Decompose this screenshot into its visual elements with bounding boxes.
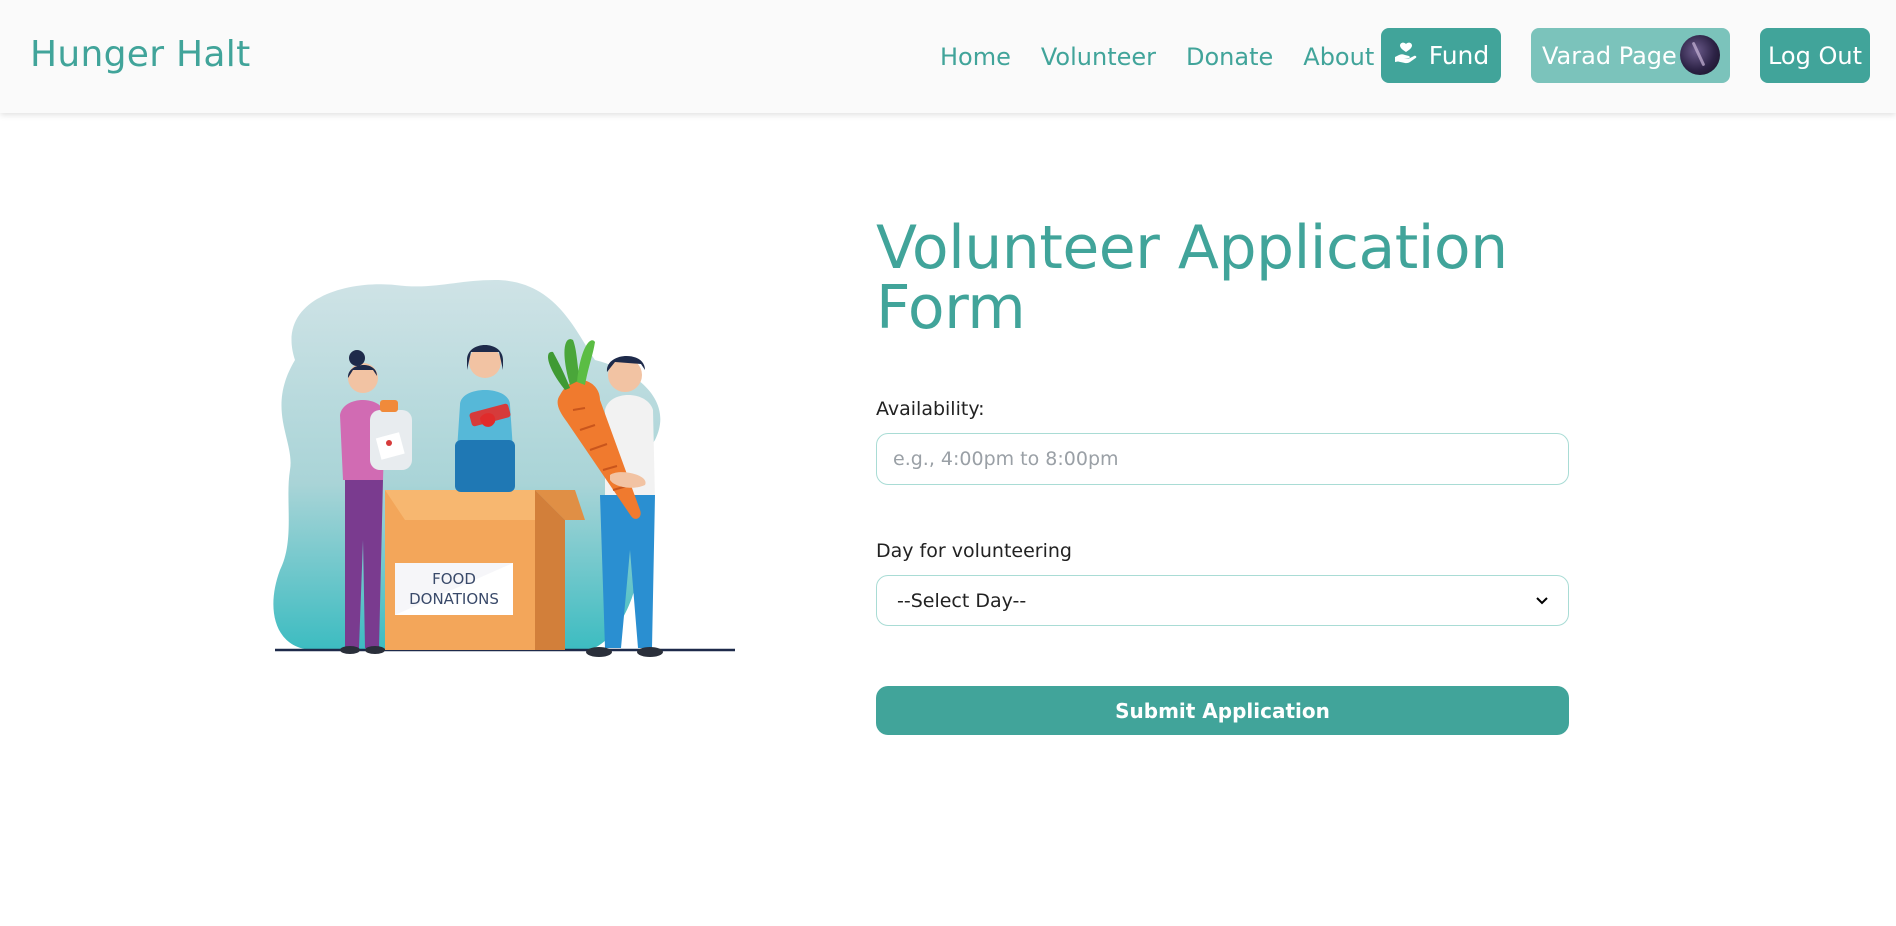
fund-label: Fund (1428, 41, 1490, 70)
brand-logo[interactable]: Hunger Halt (30, 34, 251, 75)
food-donation-illustration: FOOD DONATIONS (255, 240, 755, 670)
nav-home-link[interactable]: Home (940, 43, 1011, 71)
availability-input[interactable] (876, 433, 1569, 485)
day-select[interactable]: --Select Day-- (876, 575, 1569, 626)
day-select-value: --Select Day-- (897, 589, 1027, 612)
box-label-line1: FOOD (432, 570, 476, 588)
profile-button[interactable]: Varad Page (1531, 28, 1730, 83)
hand-heart-icon (1393, 40, 1419, 72)
nav-volunteer-link[interactable]: Volunteer (1041, 43, 1156, 71)
nav-about-link[interactable]: About (1303, 43, 1374, 71)
title-line-2: Form (876, 273, 1026, 343)
logout-button[interactable]: Log Out (1760, 28, 1870, 83)
box-label-line2: DONATIONS (409, 590, 499, 608)
chevron-down-icon (1536, 593, 1548, 609)
profile-label: Varad Page (1542, 41, 1677, 70)
fund-button[interactable]: Fund (1381, 28, 1501, 83)
volunteer-form: Volunteer Application Form Availability:… (876, 218, 1569, 735)
top-navbar: Hunger Halt Home Volunteer Donate About … (0, 0, 1896, 113)
avatar (1680, 35, 1720, 75)
submit-application-button[interactable]: Submit Application (876, 686, 1569, 735)
title-line-1: Volunteer Application (876, 213, 1508, 283)
availability-label: Availability: (876, 398, 985, 420)
nav-links: Home Volunteer Donate About (940, 28, 1404, 86)
day-label: Day for volunteering (876, 540, 1072, 562)
page-title: Volunteer Application Form (876, 218, 1569, 338)
nav-donate-link[interactable]: Donate (1186, 43, 1273, 71)
